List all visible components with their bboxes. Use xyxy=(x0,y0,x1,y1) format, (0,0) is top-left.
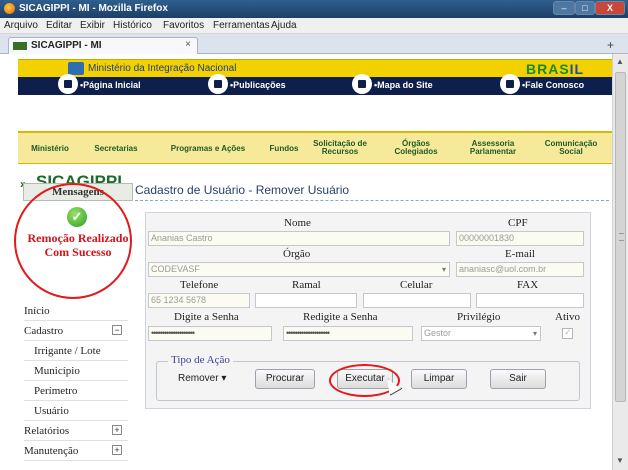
sidebar-item-inicio[interactable]: Início xyxy=(24,301,128,321)
firefox-icon xyxy=(4,3,15,14)
browser-menubar: Arquivo Editar Exibir Histórico Favorito… xyxy=(0,18,628,34)
ministry-link[interactable]: Ministério da Integração Nacional xyxy=(88,63,236,74)
label-celular: Celular xyxy=(400,279,433,291)
menu-favoritos[interactable]: Favoritos xyxy=(163,20,204,31)
nome-field[interactable]: Ananias Castro xyxy=(148,231,450,246)
sidebar-item-municipio[interactable]: Município xyxy=(24,361,128,381)
sidebar-item-relatorios[interactable]: Relatórios + xyxy=(24,421,128,441)
mail-icon xyxy=(500,74,520,94)
menu-secretarias[interactable]: Secretarias xyxy=(90,145,142,153)
scroll-thumb[interactable] xyxy=(615,72,626,402)
scroll-up-icon[interactable]: ▲ xyxy=(616,57,624,66)
menu-ministerio[interactable]: Ministério xyxy=(26,145,74,153)
ativo-checkbox[interactable] xyxy=(562,327,573,339)
telefone-field[interactable]: 65 1234 5678 xyxy=(148,293,250,308)
sitemap-icon xyxy=(352,74,372,94)
expand-icon[interactable]: + xyxy=(112,425,122,435)
menu-historico[interactable]: Histórico xyxy=(113,20,152,31)
label-ativo: Ativo xyxy=(555,311,581,323)
nav-mapa-do-site[interactable]: •Mapa do Site xyxy=(374,80,433,90)
menu-fundos[interactable]: Fundos xyxy=(264,145,304,153)
sidebar-item-usuario[interactable]: Usuário xyxy=(24,401,128,421)
cpf-field[interactable]: 00000001830 xyxy=(456,231,584,246)
vertical-scrollbar[interactable]: ▲ ▼ xyxy=(612,54,628,470)
menu-programas[interactable]: Programas e Ações xyxy=(163,145,253,153)
divider xyxy=(135,200,609,201)
tab-label: SICAGIPPI - MI xyxy=(31,40,102,51)
nav-pagina-inicial[interactable]: •Página Inicial xyxy=(80,80,141,90)
expand-icon[interactable]: + xyxy=(112,445,122,455)
nav-publicacoes[interactable]: •Publicações xyxy=(230,80,286,90)
procurar-button[interactable]: Procurar xyxy=(255,369,315,389)
label-privilegio: Privilégio xyxy=(457,311,501,323)
menu-ajuda[interactable]: Ajuda xyxy=(271,20,297,31)
label-senha: Digite a Senha xyxy=(174,311,239,323)
annotation-circle xyxy=(14,183,132,299)
limpar-button[interactable]: Limpar xyxy=(411,369,467,389)
menu-editar[interactable]: Editar xyxy=(46,20,72,31)
chevron-down-icon: ▾ xyxy=(221,373,227,384)
label-email: E-mail xyxy=(505,248,535,260)
sair-button[interactable]: Sair xyxy=(490,369,546,389)
label-orgao: Órgão xyxy=(283,248,311,260)
email-field[interactable]: ananiasc@uol.com.br xyxy=(456,262,584,277)
brasil-logo[interactable]: BRASIL xyxy=(526,61,584,77)
scroll-down-icon[interactable]: ▼ xyxy=(616,456,624,465)
menu-solicitacao[interactable]: Solicitação de Recursos xyxy=(310,140,370,156)
window-title: SICAGIPPI - MI - Mozilla Firefox xyxy=(19,3,168,14)
menu-assessoria[interactable]: Assessoria Parlamentar xyxy=(462,140,524,156)
menu-orgaos[interactable]: Órgãos Colegiados xyxy=(390,140,442,156)
sidebar-item-irrigante[interactable]: Irrigante / Lote xyxy=(24,341,128,361)
grip-icon xyxy=(619,233,624,241)
window-titlebar: SICAGIPPI - MI - Mozilla Firefox – □ X xyxy=(0,0,628,18)
action-legend: Tipo de Ação xyxy=(168,354,233,366)
menu-arquivo[interactable]: Arquivo xyxy=(4,20,38,31)
label-cpf: CPF xyxy=(508,217,528,229)
minimize-button[interactable]: – xyxy=(553,1,575,15)
ministry-icon xyxy=(68,62,84,75)
form-title: Cadastro de Usuário - Remover Usuário xyxy=(135,183,350,197)
senha-field[interactable]: •••••••••••••••••••• xyxy=(148,326,272,341)
sidebar-item-cadastro[interactable]: Cadastro − xyxy=(24,321,128,341)
celular-field[interactable] xyxy=(363,293,471,308)
close-window-button[interactable]: X xyxy=(595,1,625,15)
sidebar-item-manutencao[interactable]: Manutenção + xyxy=(24,441,128,461)
tab-strip: SICAGIPPI - MI × + xyxy=(0,34,628,54)
top-nav: •Página Inicial •Publicações •Mapa do Si… xyxy=(18,74,612,95)
label-ramal: Ramal xyxy=(292,279,321,291)
tab-sicagippi[interactable]: SICAGIPPI - MI × xyxy=(8,37,198,54)
menu-exibir[interactable]: Exibir xyxy=(80,20,105,31)
home-icon xyxy=(58,74,78,94)
nav-fale-conosco[interactable]: •Fale Conosco xyxy=(522,80,584,90)
fax-field[interactable] xyxy=(476,293,584,308)
ramal-field[interactable] xyxy=(255,293,357,308)
privilegio-select[interactable]: Gestor xyxy=(421,326,541,341)
flag-icon xyxy=(13,42,27,50)
redigite-senha-field[interactable]: •••••••••••••••••••• xyxy=(283,326,413,341)
orgao-select[interactable]: CODEVASF xyxy=(148,262,450,277)
label-fax: FAX xyxy=(517,279,539,291)
collapse-icon[interactable]: − xyxy=(112,325,122,335)
label-nome: Nome xyxy=(284,217,311,229)
maximize-button[interactable]: □ xyxy=(575,1,595,15)
publications-icon xyxy=(208,74,228,94)
new-tab-icon[interactable]: + xyxy=(607,38,614,52)
tab-close-icon[interactable]: × xyxy=(185,39,191,50)
action-select[interactable]: Remover ▾ xyxy=(178,373,226,384)
label-redigite: Redigite a Senha xyxy=(303,311,378,323)
main-menu: Ministério Secretarias Programas e Ações… xyxy=(18,131,612,164)
sidebar-item-perimetro[interactable]: Perímetro xyxy=(24,381,128,401)
menu-comunicacao[interactable]: Comunicação Social xyxy=(536,140,606,156)
gov-bar: Ministério da Integração Nacional BRASIL xyxy=(18,59,612,77)
menu-ferramentas[interactable]: Ferramentas xyxy=(213,20,270,31)
label-telefone: Telefone xyxy=(180,279,219,291)
